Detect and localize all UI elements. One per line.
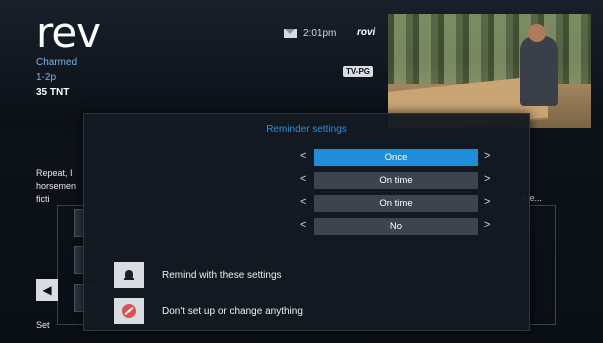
rating-badge: TV-PG xyxy=(343,66,374,77)
info-header: rev Charmed 1-2p 35 TNT 2:01pm rovi TV-P… xyxy=(0,0,603,128)
remind-with-settings-label: Remind with these settings xyxy=(162,269,282,281)
dont-set-up-button[interactable]: Don't set up or change anything xyxy=(114,298,494,324)
clock-time: 2:01pm xyxy=(303,28,337,39)
bypass-locks-row[interactable]: Bypass locks: < No > xyxy=(84,218,529,235)
remind-row[interactable]: Remind: < Once > xyxy=(84,149,529,166)
chevron-right-icon[interactable]: > xyxy=(484,150,490,162)
start-row[interactable]: Start: < On time > xyxy=(84,172,529,189)
remind-value[interactable]: Once xyxy=(314,149,478,166)
chevron-right-icon[interactable]: > xyxy=(484,196,490,208)
clock: 2:01pm xyxy=(284,28,336,39)
video-person xyxy=(520,36,558,106)
dialog-title: Reminder settings xyxy=(266,124,347,135)
mail-icon xyxy=(284,29,297,38)
end-value[interactable]: On time xyxy=(314,195,478,212)
tv-screen: rev Charmed 1-2p 35 TNT 2:01pm rovi TV-P… xyxy=(0,0,603,343)
reminder-settings-dialog: Reminder settings Remind: < Once > Start… xyxy=(83,113,530,331)
chevron-right-icon[interactable]: > xyxy=(484,173,490,185)
program-time: 1-2p xyxy=(36,72,57,83)
video-person-head xyxy=(528,24,546,42)
cancel-icon-box xyxy=(114,298,144,324)
channel-number: 35 TNT xyxy=(36,87,70,98)
end-row[interactable]: End: < On time > xyxy=(84,195,529,212)
rovi-logo: rovi xyxy=(357,27,376,38)
program-title: Charmed xyxy=(36,57,78,68)
bypass-locks-value[interactable]: No xyxy=(314,218,478,235)
start-value[interactable]: On time xyxy=(314,172,478,189)
remind-with-settings-button[interactable]: Remind with these settings xyxy=(114,262,494,288)
rev-logo: rev xyxy=(36,8,101,57)
back-arrow-icon: ◀ xyxy=(36,279,58,301)
dont-set-up-label: Don't set up or change anything xyxy=(162,305,303,317)
video-trees xyxy=(388,14,591,84)
bell-icon xyxy=(124,269,134,281)
chevron-left-icon[interactable]: < xyxy=(300,173,306,185)
background-set-label: Set xyxy=(36,320,50,330)
cancel-icon xyxy=(122,304,136,318)
bell-icon-box xyxy=(114,262,144,288)
live-video-preview xyxy=(388,14,591,128)
chevron-left-icon[interactable]: < xyxy=(300,219,306,231)
chevron-left-icon[interactable]: < xyxy=(300,150,306,162)
chevron-left-icon[interactable]: < xyxy=(300,196,306,208)
chevron-right-icon[interactable]: > xyxy=(484,219,490,231)
